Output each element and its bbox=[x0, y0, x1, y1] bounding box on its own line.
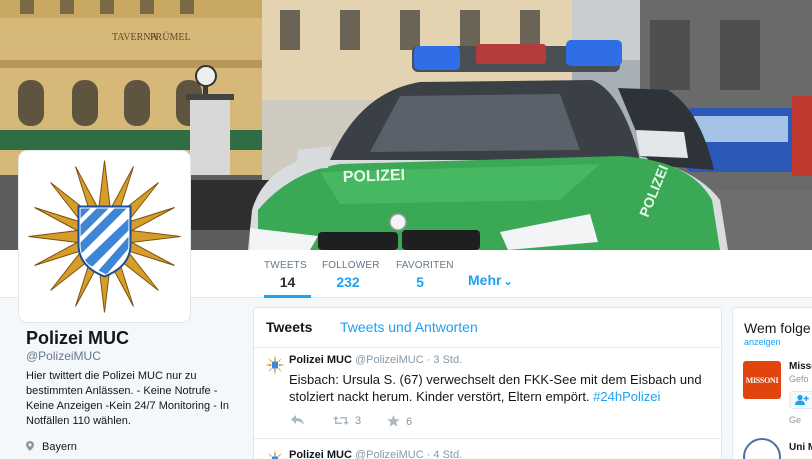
favorite-button[interactable]: 6 bbox=[387, 415, 412, 428]
reply-icon bbox=[291, 415, 304, 425]
tweet-separator: · bbox=[423, 449, 434, 459]
stat-follower[interactable]: FOLLOWER 232 bbox=[322, 260, 380, 290]
tweet-separator: · bbox=[423, 354, 434, 366]
favorite-count: 6 bbox=[406, 416, 413, 428]
tweet-header: Polizei MUC @PolizeiMUC · 3 Std. bbox=[289, 354, 462, 366]
tweet-author-name[interactable]: Polizei MUC bbox=[289, 354, 352, 366]
profile-location-text: Bayern bbox=[42, 441, 77, 453]
tweet-author-handle[interactable]: @PolizeiMUC bbox=[355, 354, 424, 366]
suggestion-avatar[interactable]: MISSONI bbox=[743, 361, 781, 399]
chevron-down-icon: ⌄ bbox=[503, 276, 513, 288]
stat-follower-label: FOLLOWER bbox=[322, 260, 380, 271]
tweet-timestamp[interactable]: 4 Std. bbox=[433, 449, 462, 459]
stat-follower-value: 232 bbox=[336, 274, 360, 290]
timeline-tabs: Tweets Tweets und Antworten bbox=[254, 308, 721, 348]
more-menu-button[interactable]: Mehr ⌄ bbox=[468, 272, 513, 288]
car-label: POLIZEI bbox=[343, 167, 406, 186]
tweet-hashtag[interactable]: #24hPolizei bbox=[593, 389, 660, 404]
follow-button[interactable] bbox=[789, 391, 812, 409]
profile-avatar[interactable] bbox=[19, 151, 190, 322]
profile-name[interactable]: Polizei MUC bbox=[26, 328, 129, 349]
tweet[interactable]: Polizei MUC @PolizeiMUC · 4 Std. bbox=[254, 444, 721, 459]
stat-favoriten[interactable]: FAVORITEN 5 bbox=[396, 260, 454, 290]
retweet-icon bbox=[333, 416, 349, 425]
tweet-text: Eisbach: Ursula S. (67) verwechselt den … bbox=[289, 371, 713, 405]
tweet-header: Polizei MUC @PolizeiMUC · 4 Std. bbox=[289, 449, 462, 459]
reply-button[interactable] bbox=[291, 415, 311, 427]
building-sign-2: PRÜMEL bbox=[150, 31, 191, 43]
profile-location: Bayern bbox=[26, 441, 77, 453]
more-menu-label: Mehr bbox=[468, 272, 502, 288]
tweet-avatar-badge-icon[interactable] bbox=[265, 355, 285, 375]
tweet-timestamp[interactable]: 3 Std. bbox=[433, 354, 462, 366]
location-pin-icon bbox=[26, 441, 34, 451]
tab-tweets-and-replies[interactable]: Tweets und Antworten bbox=[340, 319, 478, 335]
stat-tweets-label: TWEETS bbox=[264, 260, 307, 271]
suggestion-name[interactable]: Misso bbox=[789, 361, 812, 372]
retweet-button[interactable]: 3 bbox=[333, 415, 361, 427]
stat-tweets-value: 14 bbox=[279, 274, 296, 290]
suggestion-name[interactable]: Uni M bbox=[789, 442, 812, 453]
star-icon bbox=[387, 415, 400, 427]
tweet-author-handle[interactable]: @PolizeiMUC bbox=[355, 449, 424, 459]
profile-bio: Hier twittert die Polizei MUC nur zu bes… bbox=[26, 370, 230, 427]
stat-favoriten-label: FAVORITEN bbox=[396, 260, 454, 271]
stat-tweets[interactable]: TWEETS 14 bbox=[264, 260, 311, 298]
who-to-follow-title: Wem folge bbox=[744, 320, 811, 336]
retweet-count: 3 bbox=[355, 415, 362, 427]
profile-handle[interactable]: @PolizeiMUC bbox=[26, 349, 101, 363]
who-to-follow-show-link[interactable]: anzeigen bbox=[744, 337, 781, 347]
tab-tweets[interactable]: Tweets bbox=[266, 319, 312, 335]
tweet-avatar-badge-icon[interactable] bbox=[265, 450, 285, 459]
tweet-author-name[interactable]: Polizei MUC bbox=[289, 449, 352, 459]
add-user-icon bbox=[795, 394, 809, 405]
who-to-follow: Wem folge anzeigen MISSONI Misso Gefo Ge… bbox=[732, 307, 812, 459]
stat-favoriten-value: 5 bbox=[416, 274, 424, 290]
police-star-badge-icon bbox=[28, 160, 181, 313]
suggestion-avatar-university-seal-icon[interactable] bbox=[743, 438, 781, 459]
suggestion-subtitle: Gefo bbox=[789, 374, 809, 384]
timeline: Tweets Tweets und Antworten Polizei MUC … bbox=[253, 307, 722, 459]
suggestion-logo-text: MISSONI bbox=[745, 375, 779, 385]
tweet[interactable]: Polizei MUC @PolizeiMUC · 3 Std. Eisbach… bbox=[254, 349, 721, 439]
suggestion-note: Ge bbox=[789, 415, 802, 425]
